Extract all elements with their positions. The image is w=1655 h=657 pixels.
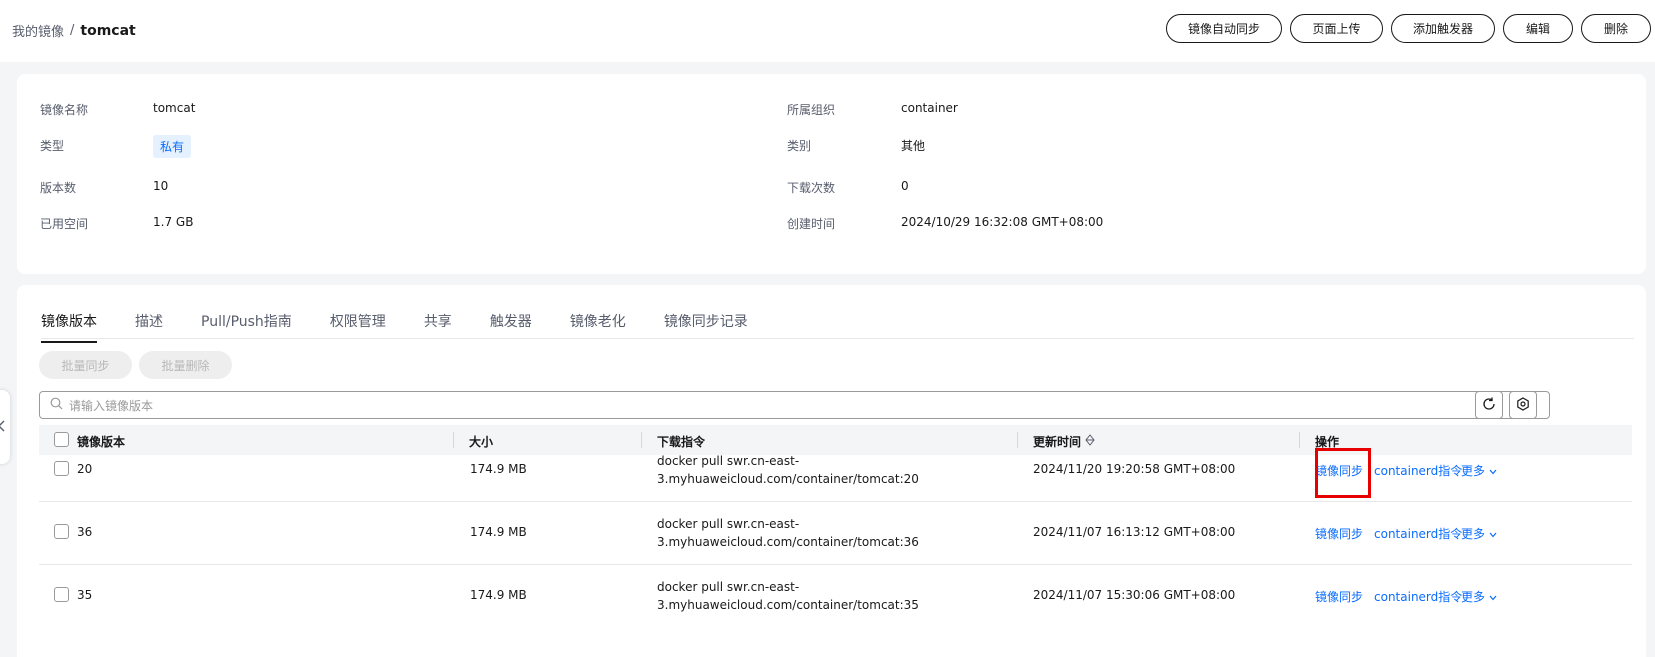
row-size: 174.9 MB	[470, 462, 527, 476]
settings-icon	[1516, 396, 1530, 414]
search-placeholder: 请输入镜像版本	[69, 398, 154, 413]
category-label: 类别	[787, 139, 812, 153]
row-command-line2: 3.myhuaweicloud.com/container/tomcat:35	[657, 598, 919, 612]
breadcrumb: 我的镜像 / tomcat	[12, 21, 136, 41]
page-header: 我的镜像 / tomcat 镜像自动同步 页面上传 添加触发器 编辑 删除	[0, 0, 1655, 62]
header-actions: 镜像自动同步 页面上传 添加触发器 编辑 删除	[1166, 14, 1651, 43]
versions-label: 版本数	[40, 181, 77, 195]
row-updated: 2024/11/07 15:30:06 GMT+08:00	[1033, 588, 1236, 602]
row-command-line2: 3.myhuaweicloud.com/container/tomcat:36	[657, 535, 919, 549]
row-command: docker pull swr.cn-east- 3.myhuaweicloud…	[657, 515, 919, 551]
more-label: 更多	[1461, 464, 1486, 478]
containerd-command-link[interactable]: containerd指令	[1374, 462, 1462, 479]
row-checkbox[interactable]	[54, 461, 69, 476]
image-name-value: tomcat	[153, 101, 196, 115]
settings-button[interactable]	[1509, 391, 1537, 419]
row-updated: 2024/11/20 19:20:58 GMT+08:00	[1033, 462, 1236, 476]
type-label: 类型	[40, 139, 65, 153]
chevron-down-icon	[1489, 527, 1497, 541]
more-dropdown[interactable]: 更多	[1461, 525, 1497, 542]
tab-divider	[41, 338, 1634, 339]
versions-value: 10	[153, 179, 169, 193]
bulk-sync-button[interactable]: 批量同步	[39, 351, 132, 379]
row-version: 35	[77, 588, 93, 602]
created-label: 创建时间	[787, 217, 836, 231]
row-size: 174.9 MB	[470, 525, 527, 539]
table-row: 20 174.9 MB docker pull swr.cn-east- 3.m…	[39, 438, 1632, 502]
row-version: 20	[77, 462, 93, 476]
downloads-label: 下载次数	[787, 181, 836, 195]
containerd-command-link[interactable]: containerd指令	[1374, 588, 1462, 605]
breadcrumb-separator: /	[70, 23, 75, 38]
breadcrumb-current: tomcat	[80, 22, 136, 39]
search-field[interactable]: 请输入镜像版本	[39, 391, 1550, 419]
bulk-delete-button[interactable]: 批量删除	[139, 351, 232, 379]
space-label: 已用空间	[40, 217, 89, 231]
downloads-value: 0	[901, 179, 909, 193]
delete-button[interactable]: 删除	[1581, 14, 1651, 43]
row-command-line2: 3.myhuaweicloud.com/container/tomcat:20	[657, 472, 919, 486]
sync-link[interactable]: 镜像同步	[1315, 588, 1363, 605]
row-command: docker pull swr.cn-east- 3.myhuaweicloud…	[657, 452, 919, 488]
type-badge: 私有	[153, 135, 192, 158]
space-value: 1.7 GB	[153, 215, 194, 229]
org-value: container	[901, 101, 958, 115]
highlight-box	[1315, 448, 1371, 498]
chevron-down-icon	[1489, 464, 1497, 478]
row-updated: 2024/11/07 16:13:12 GMT+08:00	[1033, 525, 1236, 539]
row-command-line1: docker pull swr.cn-east-	[657, 580, 800, 594]
table-row: 35 174.9 MB docker pull swr.cn-east- 3.m…	[39, 564, 1632, 628]
breadcrumb-parent-link[interactable]: 我的镜像	[12, 21, 64, 40]
versions-card: 镜像版本 描述 Pull/Push指南 权限管理 共享 触发器 镜像老化 镜像同…	[17, 285, 1646, 657]
org-label: 所属组织	[787, 103, 836, 117]
search-icon	[50, 397, 63, 413]
chevron-left-icon	[0, 420, 6, 435]
row-command-line1: docker pull swr.cn-east-	[657, 454, 800, 468]
row-version: 36	[77, 525, 93, 539]
row-checkbox[interactable]	[54, 587, 69, 602]
image-name-label: 镜像名称	[40, 103, 89, 117]
sync-link[interactable]: 镜像同步	[1315, 525, 1363, 542]
auto-sync-button[interactable]: 镜像自动同步	[1166, 14, 1282, 43]
more-label: 更多	[1461, 590, 1486, 604]
add-trigger-button[interactable]: 添加触发器	[1391, 14, 1495, 43]
sidebar-toggle[interactable]	[0, 390, 10, 464]
row-size: 174.9 MB	[470, 588, 527, 602]
page-upload-button[interactable]: 页面上传	[1290, 14, 1383, 43]
more-dropdown[interactable]: 更多	[1461, 588, 1497, 605]
image-info-card: 镜像名称 tomcat 所属组织 container 类型 私有 类别 其他 版…	[17, 74, 1646, 274]
containerd-command-link[interactable]: containerd指令	[1374, 525, 1462, 542]
row-checkbox[interactable]	[54, 524, 69, 539]
row-command: docker pull swr.cn-east- 3.myhuaweicloud…	[657, 578, 919, 614]
table-row: 36 174.9 MB docker pull swr.cn-east- 3.m…	[39, 501, 1632, 565]
more-dropdown[interactable]: 更多	[1461, 462, 1497, 479]
row-command-line1: docker pull swr.cn-east-	[657, 517, 800, 531]
more-label: 更多	[1461, 527, 1486, 541]
created-value: 2024/10/29 16:32:08 GMT+08:00	[901, 215, 1104, 229]
edit-button[interactable]: 编辑	[1503, 14, 1573, 43]
refresh-button[interactable]	[1475, 391, 1503, 419]
refresh-icon	[1482, 397, 1496, 414]
category-value: 其他	[901, 139, 926, 153]
chevron-down-icon	[1489, 590, 1497, 604]
